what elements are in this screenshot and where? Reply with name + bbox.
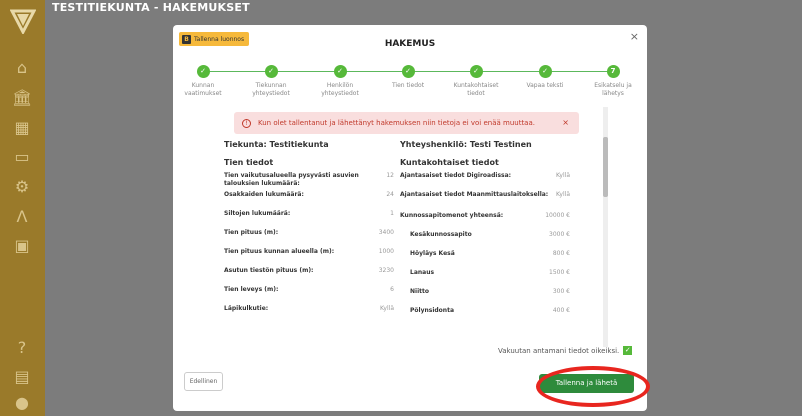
info-row: Tien vaikutusalueella pysyvästi asuvien … bbox=[224, 172, 394, 187]
folder-icon[interactable]: ▭ bbox=[12, 147, 32, 167]
preview-content: Tiekunta: Testitiekunta Tien tiedot Tien… bbox=[224, 140, 610, 343]
info-icon: ! bbox=[242, 118, 251, 128]
association-name: Tiekunta: Testitiekunta bbox=[224, 140, 329, 149]
info-row: Pölynsidonta 400 € bbox=[410, 307, 570, 314]
gear-icon[interactable]: ⚙ bbox=[12, 177, 32, 197]
check-icon: ✓ bbox=[538, 65, 552, 78]
logo-icon bbox=[10, 9, 36, 34]
info-row: Tien pituus (m): 3400 bbox=[224, 229, 394, 236]
step-2[interactable]: ✓ Tiekunnan yhteystiedot bbox=[241, 65, 301, 98]
alert-close-icon[interactable]: × bbox=[562, 118, 569, 127]
info-row: Höyläys Kesä 800 € bbox=[410, 250, 570, 257]
check-icon: ✓ bbox=[196, 65, 210, 78]
info-row: Osakkaiden lukumäärä: 24 bbox=[224, 191, 394, 198]
section-municipal-info: Kuntakohtaiset tiedot bbox=[400, 158, 499, 167]
check-icon: ✓ bbox=[333, 65, 347, 78]
bank-icon[interactable]: 🏛 bbox=[12, 88, 32, 108]
modal-title: HAKEMUS bbox=[384, 39, 436, 49]
step-6[interactable]: ✓ Vapaa teksti bbox=[515, 65, 575, 90]
info-row: Tien leveys (m): 6 bbox=[224, 286, 394, 293]
step-5[interactable]: ✓ Kuntakohtaiset tiedot bbox=[446, 65, 506, 98]
confirm-label: Vakuutan antamani tiedot oikeiksi. bbox=[498, 346, 620, 355]
alert-text: Kun olet tallentanut ja lähettänyt hakem… bbox=[258, 119, 535, 127]
section-road-info: Tien tiedot bbox=[224, 158, 274, 167]
contact-person: Yhteyshenkilö: Testi Testinen bbox=[400, 140, 532, 149]
user-icon[interactable]: ● bbox=[12, 393, 32, 413]
confirm-checkbox-row[interactable]: Vakuutan antamani tiedot oikeiksi. ✓ bbox=[498, 346, 633, 355]
help-icon[interactable]: ? bbox=[12, 338, 32, 358]
warning-alert: ! Kun olet tallentanut ja lähettänyt hak… bbox=[234, 112, 579, 134]
info-row: Lanaus 1500 € bbox=[410, 269, 570, 276]
info-row: Tien pituus kunnan alueella (m): 1000 bbox=[224, 248, 394, 255]
info-row: Kunnossapitomenot yhteensä: 10000 € bbox=[400, 212, 570, 219]
close-icon[interactable]: × bbox=[630, 30, 639, 43]
confirm-checkbox[interactable]: ✓ bbox=[623, 346, 633, 355]
step-3[interactable]: ✓ Henkilön yhteystiedot bbox=[310, 65, 370, 98]
step-7[interactable]: 7 Esikatselu ja lähetys bbox=[583, 65, 643, 98]
id-card-icon[interactable]: ▤ bbox=[12, 367, 32, 387]
highlight-circle bbox=[536, 366, 650, 407]
application-modal: B Tallenna luonnos HAKEMUS × ✓ Kunnan vaa… bbox=[173, 25, 647, 411]
home-icon[interactable]: ⌂ bbox=[12, 58, 32, 78]
previous-button[interactable]: Edellinen bbox=[184, 372, 223, 391]
check-icon: ✓ bbox=[469, 65, 483, 78]
current-step-dot: 7 bbox=[606, 65, 620, 78]
info-row: Kesäkunnossapito 3000 € bbox=[410, 231, 570, 238]
stepper: ✓ Kunnan vaatimukset ✓ Tiekunnan yhteystie… bbox=[181, 65, 639, 115]
info-row: Niitto 300 € bbox=[410, 288, 570, 295]
check-icon: ✓ bbox=[401, 65, 415, 78]
step-4[interactable]: ✓ Tien tiedot bbox=[378, 65, 438, 90]
page-title: TESTITIEKUNTA - HAKEMUKSET bbox=[52, 1, 250, 14]
info-row: Siltojen lukumäärä: 1 bbox=[224, 210, 394, 217]
left-column: Tiekunta: Testitiekunta Tien tiedot Tien… bbox=[224, 140, 394, 324]
road-icon[interactable]: Λ bbox=[12, 207, 32, 227]
info-row: Ajantasaiset tiedot Digiroadissa: Kyllä bbox=[400, 172, 570, 179]
step-1[interactable]: ✓ Kunnan vaatimukset bbox=[173, 65, 233, 98]
sidebar: ⌂ 🏛 ▦ ▭ ⚙ Λ ▣ ? ▤ ● bbox=[0, 0, 45, 416]
check-icon: ✓ bbox=[264, 65, 278, 78]
info-row: Ajantasaiset tiedot Maanmittauslaitoksel… bbox=[400, 191, 570, 198]
document-icon[interactable]: ▣ bbox=[12, 236, 32, 256]
calendar-icon[interactable]: ▦ bbox=[12, 118, 32, 138]
right-column: Yhteyshenkilö: Testi Testinen Kuntakohta… bbox=[400, 140, 570, 326]
info-row: Asutun tiestön pituus (m): 3230 bbox=[224, 267, 394, 274]
info-row: Läpikulkutie: Kyllä bbox=[224, 305, 394, 312]
